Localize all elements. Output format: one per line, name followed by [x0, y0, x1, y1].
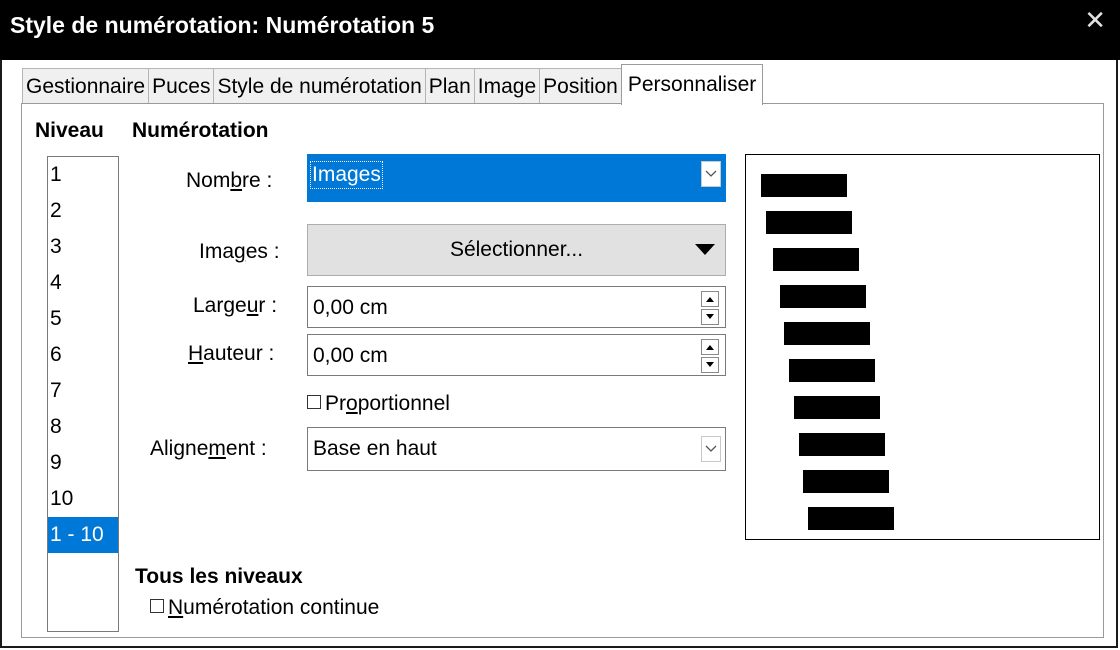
preview-bullet-image	[789, 359, 875, 382]
preview-bullet-image	[784, 322, 870, 345]
height-stepper[interactable]	[701, 339, 719, 373]
tab-style-de-numerotation[interactable]: Style de numérotation	[213, 68, 426, 104]
level-item[interactable]: 3	[48, 229, 118, 265]
level-item[interactable]: 2	[48, 193, 118, 229]
preview-bullet-image	[803, 470, 889, 493]
preview-bullet-image	[761, 174, 847, 197]
continuous-numbering-checkbox[interactable]: Numérotation continue	[150, 596, 379, 620]
images-label: Images :	[199, 240, 280, 263]
preview-bullet-image	[766, 211, 852, 234]
level-list[interactable]: 1 2 3 4 5 6 7 8 9 10 1 - 10	[47, 156, 119, 632]
height-label: Hauteur :	[188, 342, 275, 365]
tab-bar: Gestionnaire Puces Style de numérotation…	[22, 64, 764, 105]
increment-icon[interactable]	[701, 291, 719, 307]
alignment-select[interactable]: Base en haut	[307, 427, 726, 471]
level-item[interactable]: 4	[48, 265, 118, 301]
select-image-button[interactable]: Sélectionner...	[307, 224, 726, 276]
preview-bullet-image	[808, 507, 894, 530]
decrement-icon[interactable]	[701, 309, 719, 325]
all-levels-heading: Tous les niveaux	[135, 565, 303, 588]
height-value: 0,00 cm	[313, 344, 388, 367]
chevron-down-icon[interactable]	[701, 436, 721, 462]
level-item[interactable]: 1	[48, 157, 118, 193]
tab-plan[interactable]: Plan	[424, 68, 475, 104]
checkbox-icon[interactable]	[150, 599, 164, 613]
dropdown-triangle-icon	[695, 244, 715, 255]
tab-personnaliser[interactable]: Personnaliser	[620, 64, 764, 105]
numbering-heading: Numérotation	[132, 119, 269, 142]
tab-gestionnaire[interactable]: Gestionnaire	[22, 68, 150, 104]
preview-bullet-image	[794, 396, 880, 419]
level-item[interactable]: 9	[48, 445, 118, 481]
preview-bullet-image	[780, 285, 866, 308]
window-title: Style de numérotation: Numérotation 5	[10, 12, 435, 38]
width-label: Largeur :	[193, 294, 278, 317]
numbering-preview	[745, 154, 1100, 540]
width-spinbox[interactable]: 0,00 cm	[307, 286, 726, 328]
level-item[interactable]: 10	[48, 481, 118, 517]
alignment-value: Base en haut	[313, 437, 437, 460]
level-item[interactable]: 8	[48, 409, 118, 445]
preview-bullet-image	[773, 248, 859, 271]
width-stepper[interactable]	[701, 291, 719, 325]
increment-icon[interactable]	[701, 339, 719, 355]
alignment-label: Alignement :	[150, 437, 267, 460]
level-item-selected[interactable]: 1 - 10	[48, 517, 118, 553]
level-heading: Niveau	[35, 119, 104, 142]
checkbox-icon[interactable]	[307, 395, 321, 409]
height-spinbox[interactable]: 0,00 cm	[307, 334, 726, 376]
close-icon[interactable]: ✕	[1084, 6, 1106, 36]
level-item[interactable]: 5	[48, 301, 118, 337]
title-bar: Style de numérotation: Numérotation 5 ✕	[0, 0, 1120, 60]
preview-bullet-image	[799, 433, 885, 456]
level-item[interactable]: 7	[48, 373, 118, 409]
level-item[interactable]: 6	[48, 337, 118, 373]
number-label: Nombre :	[186, 169, 273, 192]
chevron-down-icon[interactable]	[701, 161, 721, 187]
number-select[interactable]: Images	[307, 154, 726, 202]
select-image-button-label: Sélectionner...	[449, 238, 584, 261]
tab-position[interactable]: Position	[539, 68, 622, 104]
tab-puces[interactable]: Puces	[148, 68, 215, 104]
decrement-icon[interactable]	[701, 357, 719, 373]
number-select-value: Images	[310, 161, 383, 189]
tab-image[interactable]: Image	[473, 68, 541, 104]
width-value: 0,00 cm	[313, 296, 388, 319]
proportional-checkbox[interactable]: Proportionnel	[307, 392, 450, 416]
